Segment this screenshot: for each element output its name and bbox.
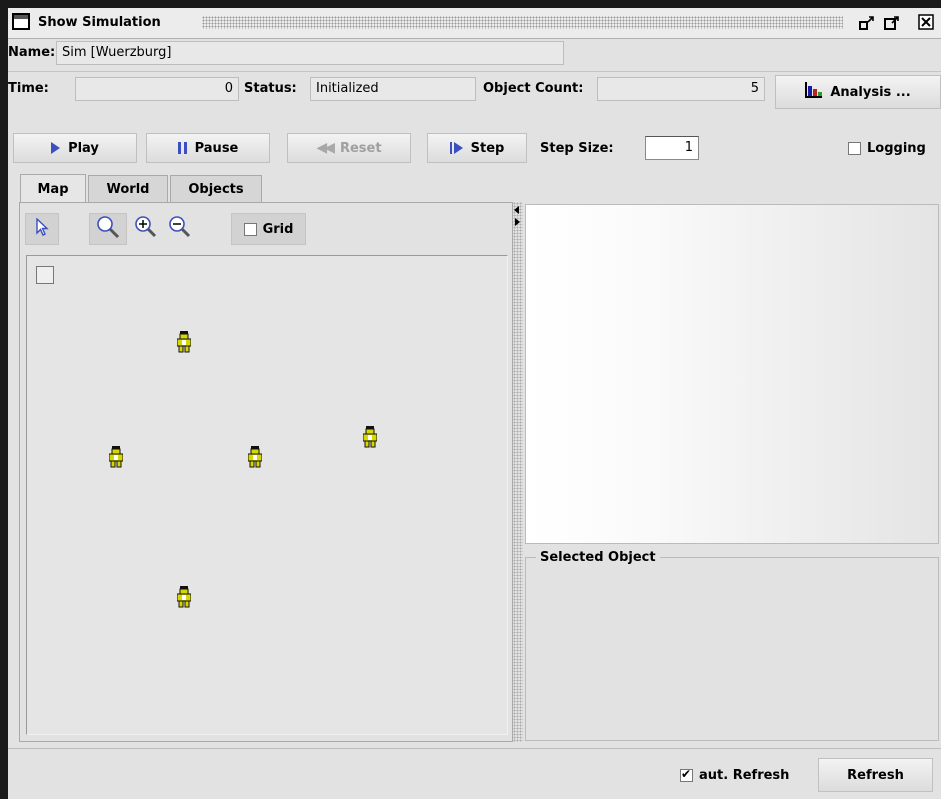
person-icon[interactable] [248,446,262,468]
status-field[interactable]: Initialized [310,77,476,101]
zoom-out-button[interactable] [166,213,194,245]
person-icon[interactable] [109,446,123,468]
status-label: Status: [244,81,297,96]
separator [8,71,941,72]
map-canvas[interactable] [26,255,508,735]
time-field[interactable]: 0 [75,77,239,101]
object-preview-panel [525,204,939,544]
step-size-input[interactable]: 1 [645,136,699,160]
bottom-bar: aut. Refresh Refresh [8,748,941,799]
auto-refresh-checkbox[interactable]: aut. Refresh [680,767,790,783]
tab-map[interactable]: Map [20,174,86,203]
simulation-window: Show Simulation Name: Sim [Wuerzburg] Ti… [8,8,941,799]
logging-checkbox[interactable]: Logging [848,141,926,156]
map-panel: Grid [19,202,513,742]
map-corner-box [36,266,54,284]
zoom-in-icon [134,215,158,243]
step-size-label: Step Size: [540,141,614,156]
grid-label: Grid [262,221,294,237]
play-icon [51,142,61,154]
name-field[interactable]: Sim [Wuerzburg] [56,41,564,65]
logging-checkbox-box[interactable] [848,142,861,155]
time-label: Time: [8,81,49,96]
play-label: Play [68,140,99,156]
grid-checkbox[interactable] [243,222,257,236]
rewind-icon: ◀◀ [316,140,334,156]
window-title: Show Simulation [38,15,161,30]
grid-toggle[interactable]: Grid [231,213,306,245]
selected-object-title: Selected Object [536,550,660,565]
analysis-button[interactable]: Analysis ... [775,75,941,109]
play-button[interactable]: Play [13,133,137,163]
title-bar[interactable]: Show Simulation [8,8,941,39]
name-label: Name: [8,45,56,60]
pause-icon [177,142,187,154]
tab-objects[interactable]: Objects [170,175,262,202]
person-icon[interactable] [363,426,377,448]
zoom-in-button[interactable] [132,213,160,245]
chart-icon [805,82,823,102]
select-tool-button[interactable] [25,213,59,245]
zoom-icon [96,215,120,243]
restore-icon[interactable] [858,14,876,32]
step-button[interactable]: Step [427,133,527,163]
step-label: Step [470,140,505,156]
auto-refresh-checkbox-box[interactable] [680,767,693,782]
split-pane-divider[interactable] [513,202,523,742]
auto-refresh-label: aut. Refresh [699,768,790,783]
close-icon[interactable] [917,14,935,32]
person-icon[interactable] [177,331,191,353]
selected-object-group: Selected Object [525,550,939,741]
tab-world[interactable]: World [88,175,168,202]
zoom-tool-button[interactable] [89,213,127,245]
pause-button[interactable]: Pause [146,133,270,163]
maximize-icon[interactable] [883,14,901,32]
object-count-label: Object Count: [483,81,584,96]
refresh-button[interactable]: Refresh [818,758,933,792]
collapse-left-arrow-icon[interactable] [514,206,519,214]
pause-label: Pause [194,140,239,156]
analysis-label: Analysis ... [830,84,911,100]
arrow-cursor-icon [35,217,49,240]
title-bar-grip[interactable] [202,16,843,29]
logging-label: Logging [867,141,926,156]
step-icon [449,142,463,154]
reset-label: Reset [339,140,382,156]
window-icon [12,13,30,30]
reset-button[interactable]: ◀◀ Reset [287,133,411,163]
zoom-out-icon [168,215,192,243]
collapse-right-arrow-icon[interactable] [515,218,520,226]
person-icon[interactable] [177,586,191,608]
object-count-field[interactable]: 5 [597,77,765,101]
